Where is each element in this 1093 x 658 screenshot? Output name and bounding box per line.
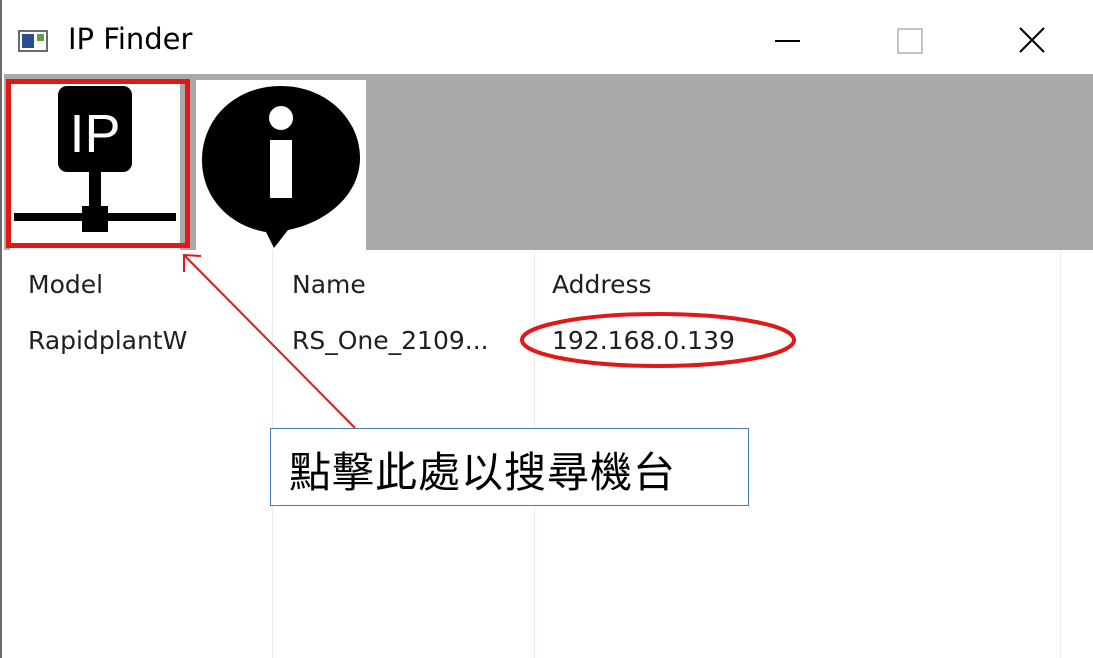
- annotation-callout: 點擊此處以搜尋機台: [270, 428, 749, 506]
- info-bubble-icon: [202, 86, 360, 248]
- ip-network-icon: IP: [14, 86, 176, 232]
- callout-text: 點擊此處以搜尋機台: [289, 448, 677, 497]
- column-header-model[interactable]: Model: [28, 270, 103, 299]
- maximize-icon: [897, 28, 923, 54]
- column-divider: [1060, 250, 1061, 658]
- svg-text:IP: IP: [69, 104, 120, 164]
- app-window: IP Finder IP Model Name Address Rapidpla…: [0, 0, 1093, 658]
- app-window-icon: [18, 30, 48, 52]
- minimize-button[interactable]: [758, 16, 818, 66]
- column-header-address[interactable]: Address: [552, 270, 652, 299]
- ip-search-button[interactable]: IP: [10, 80, 180, 250]
- minimize-icon: [775, 40, 800, 42]
- cell-model: RapidplantW: [28, 326, 188, 355]
- annotation-arrow: [183, 253, 356, 429]
- close-button[interactable]: [1002, 16, 1062, 66]
- toolbar: IP: [4, 74, 1093, 250]
- title-bar[interactable]: IP Finder: [2, 0, 1093, 74]
- address-highlight-ellipse: [520, 312, 796, 368]
- window-title: IP Finder: [68, 22, 193, 56]
- about-button[interactable]: [196, 80, 366, 250]
- maximize-button[interactable]: [878, 16, 938, 66]
- close-icon: [1019, 27, 1045, 53]
